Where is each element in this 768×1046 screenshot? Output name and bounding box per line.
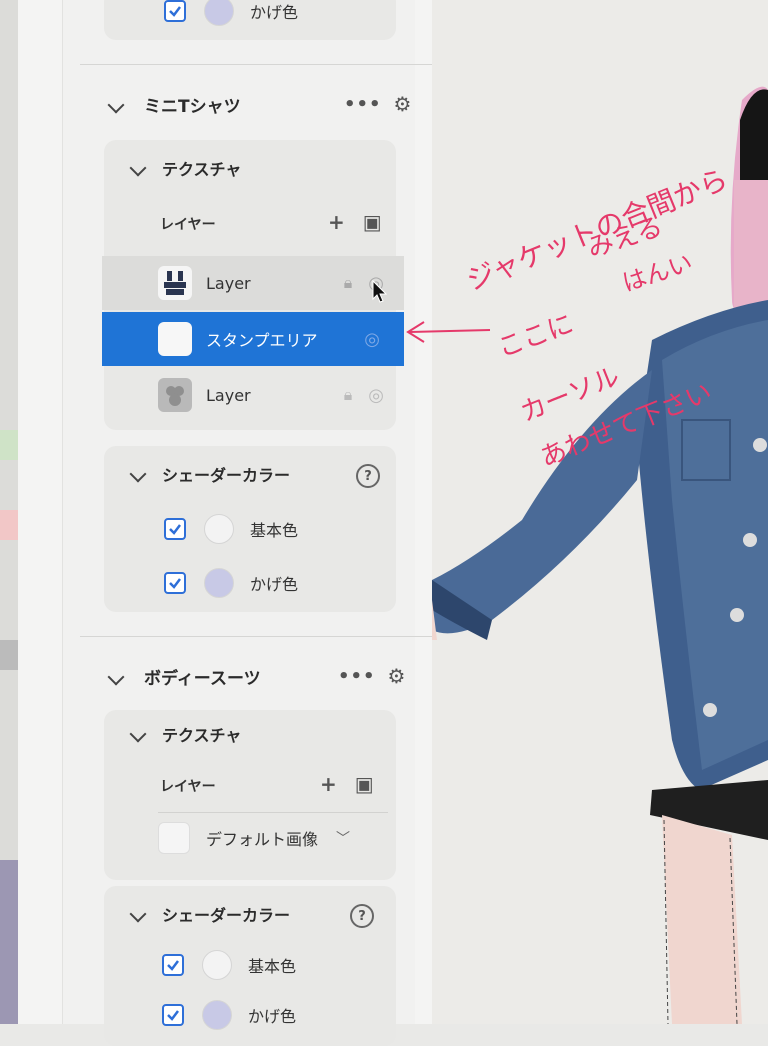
default-image-row[interactable]: デフォルト画像 ﹀ — [158, 822, 350, 854]
add-layer-icon[interactable]: + — [320, 772, 337, 796]
texture-header[interactable]: テクスチャ — [129, 156, 242, 180]
chevron-down-icon[interactable] — [129, 159, 147, 177]
layer-name: スタンプエリア — [206, 331, 318, 350]
shader-item: かげ色 — [164, 568, 298, 598]
more-options-icon[interactable]: ••• — [344, 94, 382, 115]
chevron-down-icon[interactable] — [107, 96, 125, 113]
layers-actions: + ▣ — [320, 772, 374, 796]
default-image-label: デフォルト画像 — [206, 830, 319, 849]
texture-title: テクスチャ — [162, 726, 242, 745]
mini-tshirt-title: ミニTシャツ — [144, 97, 241, 117]
layer-row[interactable]: Layer 🔒︎ ◎ — [102, 256, 404, 310]
chevron-down-icon[interactable] — [129, 725, 147, 743]
layers-actions: + ▣ — [328, 210, 382, 234]
mouse-cursor-icon — [372, 280, 388, 303]
shadow-color-swatch[interactable] — [202, 1000, 232, 1030]
mini-tshirt-actions: ••• ⚙ — [344, 92, 411, 116]
shader-title: シェーダーカラー — [162, 906, 291, 925]
mini-tshirt-header[interactable]: ミニTシャツ — [107, 92, 241, 117]
layer-row[interactable]: Layer 🔒︎ ◎ — [102, 368, 404, 422]
lock-icon[interactable]: 🔒︎ — [344, 273, 353, 293]
shadow-color-swatch[interactable] — [204, 0, 234, 26]
layer-thumbnail — [158, 378, 192, 412]
bodysuit-actions: ••• ⚙ — [338, 664, 405, 688]
texture-title: テクスチャ — [162, 160, 242, 179]
layers-header: レイヤー — [160, 214, 216, 234]
add-image-icon[interactable]: ▣ — [363, 210, 382, 234]
base-color-swatch[interactable] — [204, 514, 234, 544]
base-color-checkbox[interactable] — [164, 518, 186, 540]
background-window-strip — [0, 0, 18, 1024]
divider — [158, 812, 388, 813]
visibility-icon[interactable]: ◎ — [368, 385, 384, 406]
layer-row-selected[interactable]: スタンプエリア ◎ — [102, 312, 404, 366]
settings-sliders-icon[interactable]: ⚙ — [394, 92, 412, 116]
shader-item: かげ色 — [162, 1000, 296, 1030]
layers-header: レイヤー — [160, 776, 216, 796]
shadow-color-label: かげ色 — [250, 575, 299, 594]
help-icon[interactable]: ? — [356, 464, 380, 488]
shader-header[interactable]: シェーダーカラー — [129, 902, 291, 926]
chevron-down-icon[interactable] — [129, 465, 147, 483]
chevron-down-icon[interactable] — [129, 905, 147, 923]
bodysuit-title: ボディースーツ — [144, 669, 261, 689]
chevron-down-icon[interactable]: ﹀ — [336, 828, 350, 848]
base-color-label: 基本色 — [248, 957, 297, 976]
more-options-icon[interactable]: ••• — [338, 666, 376, 687]
avatar-preview-image — [432, 86, 768, 1024]
add-image-icon[interactable]: ▣ — [355, 772, 374, 796]
shader-item: 基本色 — [164, 514, 298, 544]
shadow-color-checkbox[interactable] — [162, 1004, 184, 1026]
shadow-color-swatch[interactable] — [204, 568, 234, 598]
add-layer-icon[interactable]: + — [328, 210, 345, 234]
layer-name: Layer — [206, 385, 251, 405]
base-color-swatch[interactable] — [202, 950, 232, 980]
shadow-color-label: かげ色 — [248, 1007, 297, 1026]
shadow-color-checkbox[interactable] — [164, 0, 186, 22]
shadow-color-label: かげ色 — [250, 3, 299, 22]
layer-thumbnail — [158, 322, 192, 356]
visibility-icon[interactable]: ◎ — [364, 329, 380, 350]
base-color-checkbox[interactable] — [162, 954, 184, 976]
shader-item: 基本色 — [162, 950, 296, 980]
settings-sliders-icon[interactable]: ⚙ — [388, 664, 406, 688]
shader-title: シェーダーカラー — [162, 466, 291, 485]
shadow-color-checkbox[interactable] — [164, 572, 186, 594]
texture-header[interactable]: テクスチャ — [129, 722, 242, 746]
shader-item-shadow-top: かげ色 — [164, 0, 298, 26]
shader-header[interactable]: シェーダーカラー — [129, 462, 291, 486]
bodysuit-header[interactable]: ボディースーツ — [107, 664, 261, 689]
preview-canvas[interactable]: ジャケットの合間から みえる はんい ここに カーソル あわせて下さい — [432, 0, 768, 1024]
layers-label: レイヤー — [160, 217, 216, 233]
section-divider — [80, 636, 432, 637]
layer-thumbnail — [158, 266, 192, 300]
image-thumbnail — [158, 822, 190, 854]
layers-label: レイヤー — [160, 779, 216, 795]
section-divider — [80, 64, 432, 65]
lock-icon[interactable]: 🔒︎ — [344, 385, 353, 405]
chevron-down-icon[interactable] — [107, 668, 125, 685]
arrow-left-icon — [406, 321, 491, 343]
layer-name: Layer — [206, 273, 251, 293]
help-icon[interactable]: ? — [350, 904, 374, 928]
base-color-label: 基本色 — [250, 521, 299, 540]
